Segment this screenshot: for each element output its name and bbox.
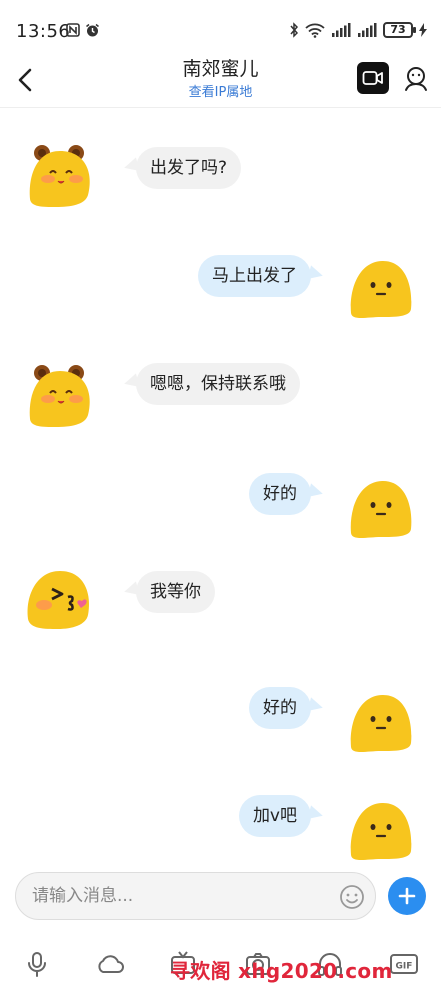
video-call-button[interactable]	[357, 62, 389, 94]
message-input-box[interactable]	[15, 872, 376, 920]
svg-text:GIF: GIF	[396, 962, 413, 972]
plus-icon	[398, 887, 416, 905]
blob-avatar[interactable]	[345, 471, 417, 543]
status-time: 13:56	[16, 21, 71, 42]
watermark-text: 寻欢阁 xhg2020.com	[170, 959, 393, 983]
message-bubble-outgoing[interactable]: 马上出发了	[198, 255, 311, 297]
blob-avatar[interactable]	[345, 251, 417, 323]
profile-icon	[405, 67, 427, 91]
video-call-icon	[362, 71, 383, 85]
signal-icon	[332, 23, 351, 37]
charging-icon	[419, 23, 427, 37]
bluetooth-icon	[290, 22, 299, 38]
mic-icon[interactable]	[21, 948, 53, 980]
nfc-icon	[66, 23, 80, 37]
add-button[interactable]	[388, 877, 426, 915]
gif-icon[interactable]: GIF	[388, 948, 420, 980]
blob-avatar[interactable]	[345, 793, 417, 865]
message-bubble-incoming[interactable]: 嗯嗯，保持联系哦	[136, 363, 300, 405]
wifi-icon	[305, 23, 325, 38]
bear-emoji-avatar[interactable]	[22, 139, 94, 211]
cloud-icon[interactable]	[94, 948, 126, 980]
message-bubble-outgoing[interactable]: 好的	[249, 473, 311, 515]
alarm-icon	[86, 23, 99, 37]
chat-area[interactable]: 出发了吗? 马上出发了 嗯嗯，保持联系哦 好的 我等你 好的 加v吧	[0, 109, 441, 864]
chat-header: 南郊蜜儿 查看IP属地	[0, 58, 441, 108]
emoji-icon[interactable]	[339, 884, 365, 910]
message-bubble-outgoing[interactable]: 加v吧	[238, 795, 311, 837]
status-right-icons: 73	[289, 22, 427, 38]
status-bar: 13:56 73	[0, 0, 441, 58]
profile-button[interactable]	[400, 63, 432, 95]
battery-indicator: 73	[383, 22, 416, 38]
blob-avatar[interactable]	[345, 685, 417, 757]
kiss-emoji-avatar[interactable]	[22, 561, 94, 633]
message-bubble-outgoing[interactable]: 好的	[249, 687, 311, 729]
message-input[interactable]	[32, 873, 332, 919]
signal-icon-2	[358, 23, 377, 37]
input-bar	[0, 864, 441, 928]
message-bubble-incoming[interactable]: 出发了吗?	[136, 147, 242, 189]
bear-emoji-avatar[interactable]	[22, 359, 94, 431]
status-left-icons	[66, 23, 100, 38]
message-bubble-incoming[interactable]: 我等你	[136, 571, 215, 613]
